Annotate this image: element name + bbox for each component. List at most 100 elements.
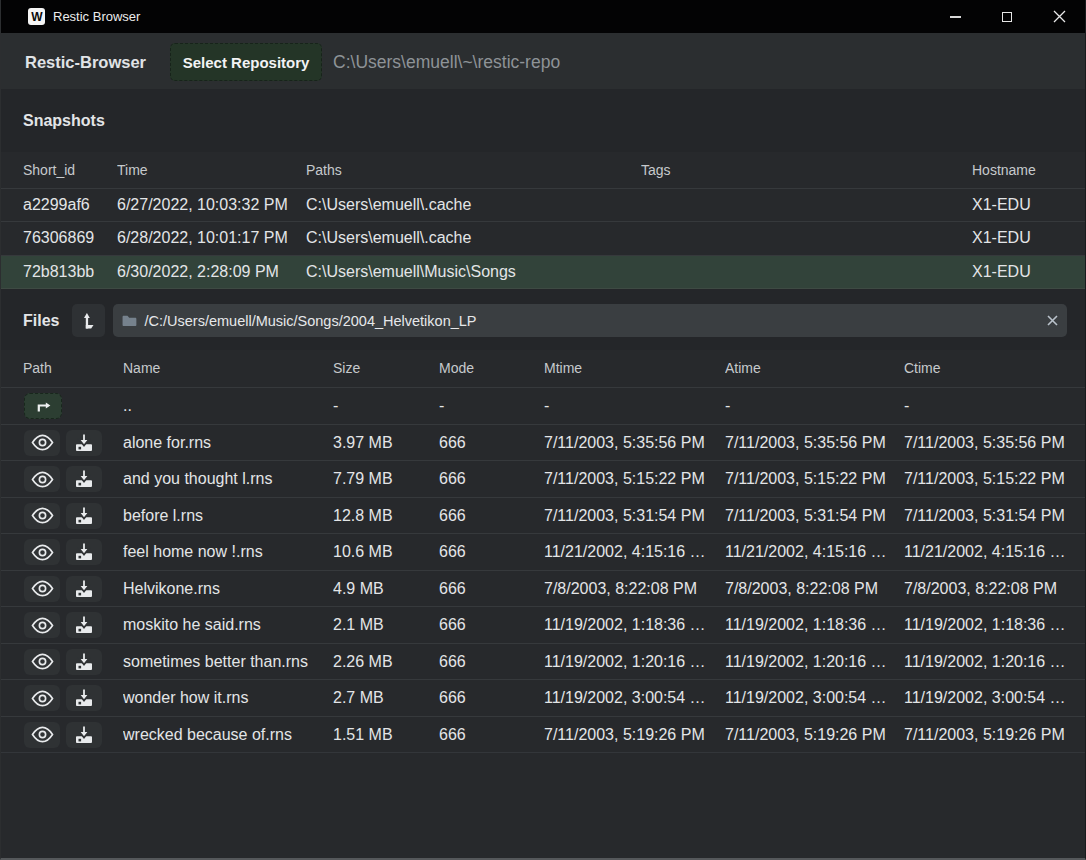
go-parent-directory-button[interactable] <box>24 393 62 419</box>
column-header-mode: Mode <box>439 350 544 388</box>
snapshots-table: Short_id Time Paths Tags Hostname a2299a… <box>1 152 1085 289</box>
snapshot-row[interactable]: 72b813bb 6/30/2022, 2:28:09 PM C:\Users\… <box>1 255 1085 288</box>
column-header-short-id: Short_id <box>1 152 117 189</box>
file-name: sometimes better than.rns <box>123 643 333 680</box>
snapshots-header-row: Short_id Time Paths Tags Hostname <box>1 152 1085 189</box>
minimize-button[interactable] <box>929 0 981 33</box>
file-mode: 666 <box>439 461 544 498</box>
file-size: 2.7 MB <box>333 680 439 717</box>
file-row: before l.rns 12.8 MB 666 7/11/2003, 5:31… <box>1 497 1085 534</box>
eye-icon <box>30 649 55 674</box>
snapshot-short-id: 72b813bb <box>1 255 117 288</box>
snapshot-row[interactable]: 76306869 6/28/2022, 10:01:17 PM C:\Users… <box>1 222 1085 255</box>
repository-path: C:\Users\emuell\~\restic-repo <box>333 52 560 73</box>
download-file-button[interactable] <box>66 649 102 675</box>
eye-icon <box>30 686 55 711</box>
download-file-button[interactable] <box>66 430 102 456</box>
download-icon <box>72 650 96 674</box>
file-name: wrecked because of.rns <box>123 716 333 753</box>
eye-icon <box>30 540 55 565</box>
download-file-button[interactable] <box>66 539 102 565</box>
view-file-button[interactable] <box>24 649 60 675</box>
file-ctime: 7/11/2003, 5:35:56 PM <box>904 424 1085 461</box>
select-repository-button[interactable]: Select Repository <box>170 43 322 81</box>
snapshot-paths: C:\Users\emuell\.cache <box>306 222 641 255</box>
file-actions-cell <box>1 387 123 424</box>
column-header-name: Name <box>123 350 333 388</box>
file-mtime: - <box>544 387 725 424</box>
download-file-button[interactable] <box>66 503 102 529</box>
download-file-button[interactable] <box>66 612 102 638</box>
files-path-text: /C:/Users/emuell/Music/Songs/2004_Helvet… <box>144 313 1039 329</box>
file-atime: 7/8/2003, 8:22:08 PM <box>725 570 904 607</box>
eye-icon <box>30 722 55 747</box>
close-button[interactable] <box>1033 0 1085 33</box>
file-name: and you thought l.rns <box>123 461 333 498</box>
file-actions-cell <box>1 461 123 498</box>
file-actions-cell <box>1 570 123 607</box>
file-row: moskito he said.rns 2.1 MB 666 11/19/200… <box>1 607 1085 644</box>
download-icon <box>72 723 96 747</box>
file-mode: - <box>439 387 544 424</box>
file-ctime: 7/11/2003, 5:31:54 PM <box>904 497 1085 534</box>
file-mtime: 7/8/2003, 8:22:08 PM <box>544 570 725 607</box>
file-mode: 666 <box>439 424 544 461</box>
file-mode: 666 <box>439 534 544 571</box>
arrow-up-right-icon <box>33 398 53 414</box>
view-file-button[interactable] <box>24 466 60 492</box>
column-header-hostname: Hostname <box>972 152 1085 189</box>
view-file-button[interactable] <box>24 722 60 748</box>
download-file-button[interactable] <box>66 576 102 602</box>
file-ctime: 11/19/2002, 3:00:54 … <box>904 680 1085 717</box>
snapshot-hostname: X1-EDU <box>972 255 1085 288</box>
file-ctime: 7/8/2003, 8:22:08 PM <box>904 570 1085 607</box>
download-file-button[interactable] <box>66 722 102 748</box>
view-file-button[interactable] <box>24 430 60 456</box>
download-icon <box>72 467 96 491</box>
eye-icon <box>30 613 55 638</box>
file-row: sometimes better than.rns 2.26 MB 666 11… <box>1 643 1085 680</box>
view-file-button[interactable] <box>24 539 60 565</box>
titlebar: W Restic Browser <box>1 0 1085 33</box>
file-atime: 7/11/2003, 5:31:54 PM <box>725 497 904 534</box>
files-table-empty-area <box>1 753 1085 858</box>
file-atime: 11/19/2002, 3:00:54 … <box>725 680 904 717</box>
column-header-time: Time <box>117 152 306 189</box>
view-file-button[interactable] <box>24 503 60 529</box>
file-actions-cell <box>1 424 123 461</box>
download-icon <box>72 504 96 528</box>
column-header-atime: Atime <box>725 350 904 388</box>
clear-path-icon[interactable] <box>1047 315 1058 326</box>
maximize-button[interactable] <box>981 0 1033 33</box>
file-name: .. <box>123 387 333 424</box>
arrow-from-bottom-icon <box>79 311 99 331</box>
app-window: W Restic Browser Restic-Browser Select R… <box>0 0 1086 860</box>
file-ctime: - <box>904 387 1085 424</box>
file-mtime: 11/19/2002, 1:18:36 … <box>544 607 725 644</box>
eye-icon <box>30 576 55 601</box>
snapshot-time: 6/27/2022, 10:03:32 PM <box>117 189 306 222</box>
snapshot-paths: C:\Users\emuell\Music\Songs <box>306 255 641 288</box>
column-header-mtime: Mtime <box>544 350 725 388</box>
dump-snapshot-button[interactable] <box>72 304 105 337</box>
download-file-button[interactable] <box>66 466 102 492</box>
snapshot-row[interactable]: a2299af6 6/27/2022, 10:03:32 PM C:\Users… <box>1 189 1085 222</box>
snapshot-short-id: a2299af6 <box>1 189 117 222</box>
file-mtime: 7/11/2003, 5:35:56 PM <box>544 424 725 461</box>
file-atime: 11/21/2002, 4:15:16 … <box>725 534 904 571</box>
download-icon <box>72 613 96 637</box>
view-file-button[interactable] <box>24 685 60 711</box>
view-file-button[interactable] <box>24 612 60 638</box>
download-file-button[interactable] <box>66 685 102 711</box>
file-ctime: 11/19/2002, 1:20:16 … <box>904 643 1085 680</box>
maximize-icon <box>1002 12 1012 22</box>
files-path-bar[interactable]: /C:/Users/emuell/Music/Songs/2004_Helvet… <box>113 304 1067 337</box>
download-icon <box>72 431 96 455</box>
file-ctime: 7/11/2003, 5:19:26 PM <box>904 716 1085 753</box>
file-mode: 666 <box>439 680 544 717</box>
view-file-button[interactable] <box>24 576 60 602</box>
file-ctime: 7/11/2003, 5:15:22 PM <box>904 461 1085 498</box>
snapshots-heading: Snapshots <box>23 112 105 130</box>
snapshot-time: 6/30/2022, 2:28:09 PM <box>117 255 306 288</box>
file-mtime: 11/21/2002, 4:15:16 … <box>544 534 725 571</box>
